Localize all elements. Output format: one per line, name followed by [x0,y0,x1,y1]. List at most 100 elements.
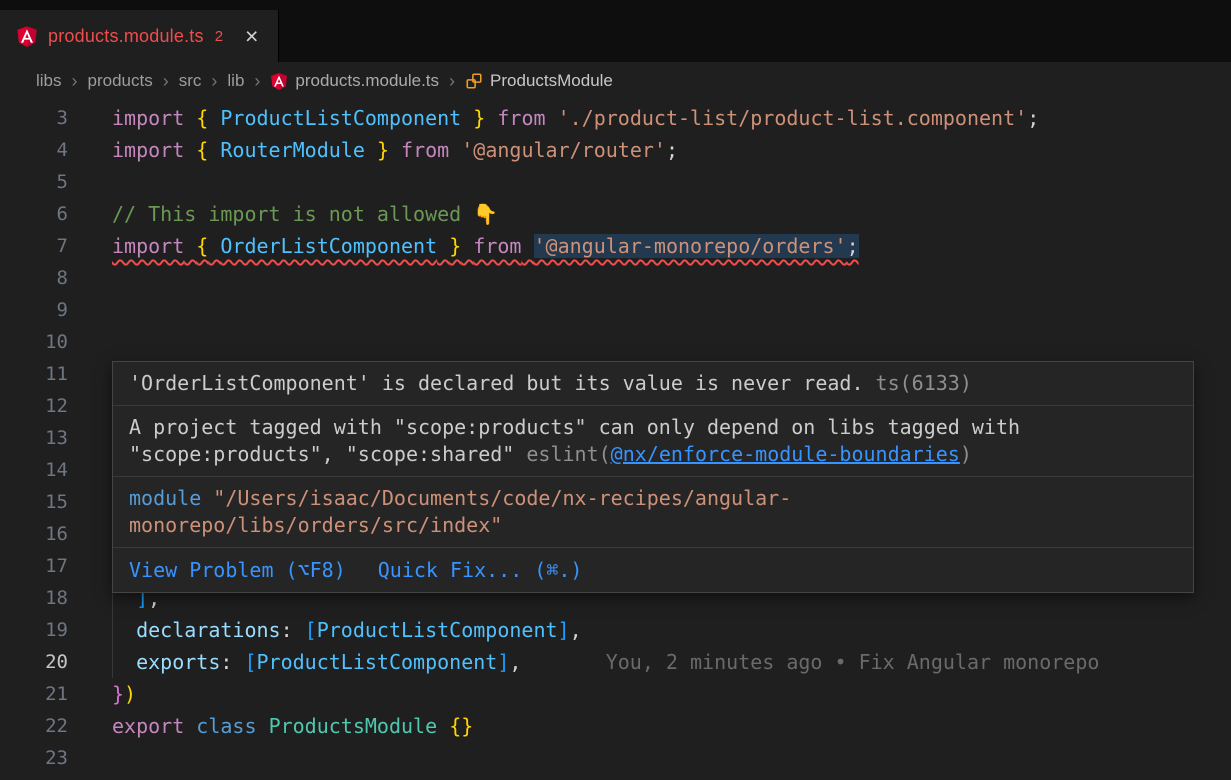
code-token [546,106,558,130]
code-token: import [112,234,184,258]
code-token [521,234,533,258]
code-token [485,106,497,130]
code-token: { [196,106,208,130]
code-line-6[interactable]: 6 // This import is not allowed 👇 [0,198,1231,230]
line-number: 21 [0,678,68,710]
line-number: 7 [0,230,68,262]
code-token: export [112,714,184,738]
line-number: 17 [0,550,68,582]
hover-actions: View Problem (⌥F8) Quick Fix... (⌘.) [113,547,1193,592]
tab-label: products.module.ts [48,26,204,47]
code-token: , [570,618,582,642]
hover-message-line: 'OrderListComponent' is declared but its… [129,370,1177,397]
code-token: exports [136,650,220,674]
tab-close-button[interactable]: × [245,25,258,48]
code-token: {} [449,714,473,738]
breadcrumb-item-file[interactable]: products.module.ts [270,71,439,91]
line-number: 15 [0,486,68,518]
code-token: : [220,650,244,674]
code-line-4[interactable]: 4import { RouterModule } from '@angular/… [0,134,1231,166]
code-token: './product-list/product-list.component' [558,106,1028,130]
code-token [461,234,473,258]
line-number: 22 [0,710,68,742]
code-token: : [281,618,305,642]
code-token: ProductListComponent [220,106,461,130]
hover-message-section: A project tagged with "scope:products" c… [113,405,1193,476]
breadcrumb-item-src[interactable]: src [179,71,202,91]
code-token [389,138,401,162]
hover-text: monorepo/libs/orders/src/index" [129,513,502,537]
code-token: ProductsModule [269,714,438,738]
code-token: '@angular-monorepo/orders' [534,234,847,258]
breadcrumb-separator: › [254,71,260,92]
code-line-21[interactable]: 21}) [0,678,1231,710]
line-content: import { RouterModule } from '@angular/r… [112,134,678,166]
code-token: , [509,650,521,674]
line-number: 20 [0,646,68,678]
breadcrumb-item-products[interactable]: products [88,71,153,91]
hover-text: ts(6133) [864,371,972,395]
code-token: 👇 [473,202,498,226]
view-problem-link[interactable]: View Problem (⌥F8) [129,557,346,583]
hover-message-section: module "/Users/isaac/Documents/code/nx-r… [113,476,1193,547]
code-token: ; [847,234,859,258]
breadcrumb-file-label: products.module.ts [295,71,439,91]
code-token: ProductListComponent [257,650,498,674]
tab-products-module[interactable]: products.module.ts 2 × [0,10,279,62]
code-token [184,234,196,258]
hover-text: module [129,486,201,510]
code-line-19[interactable]: 19declarations: [ProductListComponent], [0,614,1231,646]
code-line-22[interactable]: 22export class ProductsModule {} [0,710,1231,742]
line-number: 11 [0,358,68,390]
line-number: 23 [0,742,68,774]
class-symbol-icon [465,72,483,90]
nx-rule-link[interactable]: @nx/enforce-module-boundaries [611,442,960,466]
code-token [437,714,449,738]
indent-guide [112,614,136,646]
breadcrumb-item-libs[interactable]: libs [36,71,62,91]
code-token: { [196,234,208,258]
code-line-5[interactable]: 5 [0,166,1231,198]
code-token [184,714,196,738]
tab-problems-badge: 2 [215,28,223,45]
line-number: 8 [0,262,68,294]
code-token: // This import is not allowed [112,202,473,226]
hover-text: "scope:products", "scope:shared" [129,442,526,466]
breadcrumb-separator: › [449,71,455,92]
code-token: import [112,106,184,130]
breadcrumb-separator: › [163,71,169,92]
code-token: RouterModule [220,138,365,162]
line-number: 10 [0,326,68,358]
code-token [208,106,220,130]
code-token: ; [1027,106,1039,130]
line-content: import { ProductListComponent } from './… [112,102,1039,134]
code-line-8[interactable]: 8 [0,262,1231,294]
code-line-20[interactable]: 20exports: [ProductListComponent],You, 2… [0,646,1231,678]
code-line-3[interactable]: 3 import { ProductListComponent } from '.… [0,102,1231,134]
code-line-23[interactable]: 23 [0,742,1231,774]
code-editor[interactable]: 3 import { ProductListComponent } from '.… [0,100,1231,780]
line-number: 6 [0,198,68,230]
code-line-10[interactable]: 10 [0,326,1231,358]
breadcrumb: libs › products › src › lib › products.m… [0,62,1231,100]
line-number: 5 [0,166,68,198]
hover-widget: 'OrderListComponent' is declared but its… [112,361,1194,593]
code-token [365,138,377,162]
tab-bar: products.module.ts 2 × [0,0,1231,62]
code-token: } [473,106,485,130]
code-token [257,714,269,738]
quick-fix-link[interactable]: Quick Fix... (⌘.) [378,557,583,583]
line-number: 16 [0,518,68,550]
code-token: { [196,138,208,162]
code-line-9[interactable]: 9 [0,294,1231,326]
breadcrumb-item-symbol[interactable]: ProductsModule [465,71,613,91]
hover-message-line: A project tagged with "scope:products" c… [129,414,1177,441]
code-token: '@angular/router' [461,138,666,162]
code-token: ; [666,138,678,162]
hover-messages: 'OrderListComponent' is declared but its… [113,362,1193,547]
line-number: 3 [0,102,68,134]
code-token [184,106,196,130]
breadcrumb-item-lib[interactable]: lib [227,71,244,91]
code-line-7[interactable]: 7import { OrderListComponent } from '@an… [0,230,1231,262]
code-token: from [401,138,449,162]
